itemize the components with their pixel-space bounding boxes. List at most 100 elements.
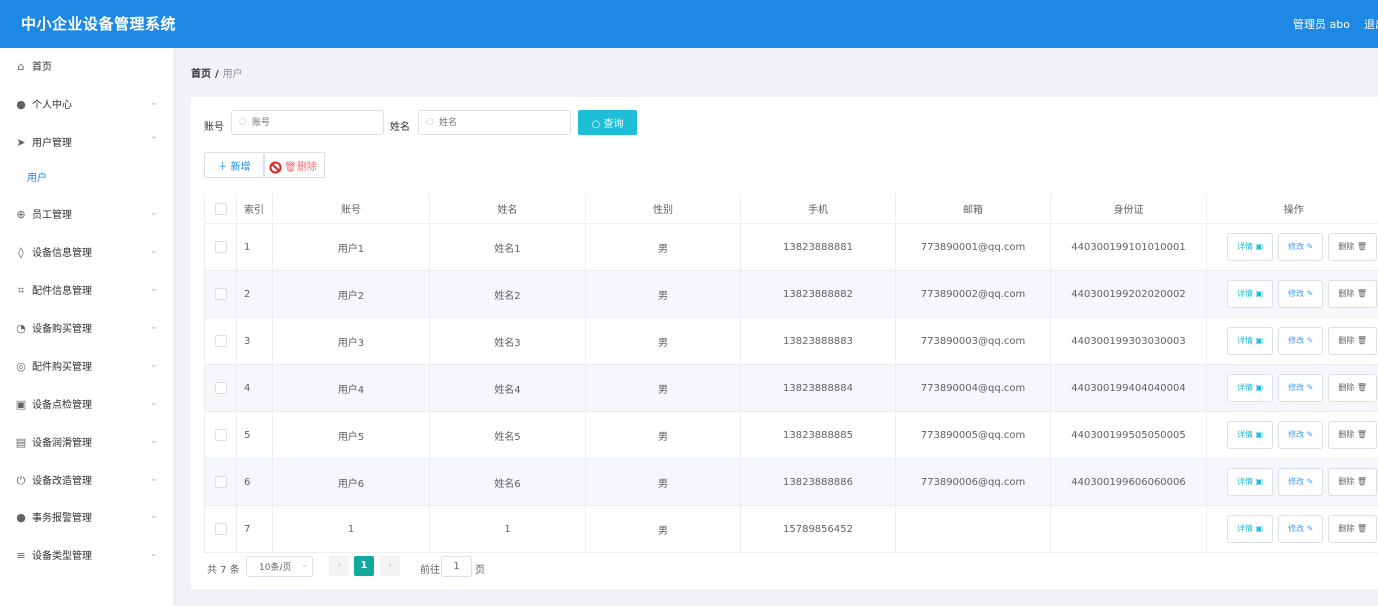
goto-page-input[interactable]: 1 (441, 556, 472, 577)
page-size-select[interactable]: 10条/页 ⌄ (246, 556, 313, 577)
row-checkbox[interactable] (204, 270, 237, 318)
cell-idcard: 440300199505050005 (1050, 411, 1207, 459)
doc-icon: ▣ (1253, 430, 1264, 439)
cell-idcard: 440300199202020002 (1050, 270, 1207, 318)
detail-button[interactable]: 详情 ▣ (1227, 327, 1274, 355)
plus-icon: ＋ (217, 161, 231, 173)
delete-button[interactable]: 删除 🗑 (1328, 327, 1378, 355)
trash-icon: 🗑 (1354, 524, 1368, 533)
detail-button-label: 详情 (1237, 430, 1253, 439)
detail-button[interactable]: 详情 ▣ (1227, 421, 1274, 449)
page-suffix: 页 (475, 565, 485, 576)
account-search-input[interactable] (231, 110, 384, 135)
cell-index: 5 (236, 411, 273, 459)
cell-account: 用户6 (272, 458, 430, 506)
edit-button[interactable]: 修改 ✎ (1278, 515, 1324, 543)
delete-button[interactable]: 删除 🗑 (1328, 233, 1378, 261)
edit-button[interactable]: 修改 ✎ (1278, 374, 1324, 402)
cell-name: 姓名6 (429, 458, 586, 506)
delete-button[interactable]: 删除 🗑 (1328, 374, 1378, 402)
sidebar-item-11[interactable]: ⏻ 设备改造管理 ⌄ (0, 467, 174, 497)
sidebar-item-4[interactable]: ⊕ 员工管理 ⌄ (0, 201, 174, 231)
name-search-input[interactable] (418, 110, 571, 135)
name-label: 姓名 (390, 122, 410, 133)
query-button[interactable]: ○ 查询 (578, 110, 637, 135)
row-checkbox[interactable] (204, 458, 237, 506)
delete-button[interactable]: 删除 🗑 (1328, 515, 1378, 543)
sidebar-item-7[interactable]: ◔ 设备购买管理 ⌄ (0, 315, 174, 345)
breadcrumb-home[interactable]: 首页 (191, 69, 211, 80)
sidebar-item-5[interactable]: ◊ 设备信息管理 ⌄ (0, 239, 174, 269)
prev-page-button[interactable]: ‹ (329, 556, 349, 576)
sidebar-item-1[interactable]: ● 个人中心 ⌄ (0, 91, 174, 121)
edit-button[interactable]: 修改 ✎ (1278, 327, 1324, 355)
cell-name: 姓名2 (429, 270, 586, 318)
sidebar-item-13[interactable]: ≡ 设备类型管理 ⌄ (0, 542, 174, 572)
row-checkbox[interactable] (204, 223, 237, 271)
sidebar-item-6[interactable]: ⌗ 配件信息管理 ⌄ (0, 277, 174, 307)
doc-icon: ▣ (1253, 383, 1264, 392)
page-number-current[interactable]: 1 (354, 556, 374, 576)
detail-button[interactable]: 详情 ▣ (1227, 280, 1274, 308)
row-checkbox[interactable] (204, 505, 237, 553)
table-row[interactable]: 7 1 1 男 15789856452 详情 ▣ 修改 ✎ 删除 🗑 (204, 505, 1378, 553)
sidebar-item-8[interactable]: ◎ 配件购买管理 ⌄ (0, 353, 174, 383)
table-row[interactable]: 6 用户6 姓名6 男 13823888886 773890006@qq.com 44030… (204, 458, 1378, 506)
table-row[interactable]: 5 用户5 姓名5 男 13823888885 773890005@qq.com 44030… (204, 411, 1378, 459)
add-button-label: 新增 (230, 161, 251, 173)
app-title: 中小企业设备管理系统 (21, 15, 177, 33)
edit-button-label: 修改 (1288, 336, 1305, 345)
trash-icon: 🗑 (1354, 242, 1368, 251)
table-row[interactable]: 1 用户1 姓名1 男 13823888881 773890001@qq.com 44030… (204, 223, 1378, 271)
row-checkbox[interactable] (204, 364, 237, 412)
cell-account: 用户2 (272, 270, 430, 318)
sidebar-item-3[interactable]: 用户 (0, 164, 174, 194)
cell-email: 773890005@qq.com (895, 411, 1051, 459)
select-all-checkbox[interactable] (204, 194, 237, 224)
cell-name: 姓名4 (429, 364, 586, 412)
sidebar-item-12[interactable]: ● 事务报警管理 ⌄ (0, 504, 174, 534)
table-row[interactable]: 2 用户2 姓名2 男 13823888882 773890002@qq.com 44030… (204, 270, 1378, 318)
add-button[interactable]: ＋ 新增 (204, 152, 264, 178)
detail-button[interactable]: 详情 ▣ (1227, 468, 1274, 496)
sidebar-item-9[interactable]: ▣ 设备点检管理 ⌄ (0, 391, 174, 421)
chevron-down-icon: ⌄ (150, 360, 158, 370)
user-table: 索引 账号 姓名 性别 手机 邮箱 身份证 操作 1 用户1 姓名1 男 1382388… (204, 194, 1378, 553)
table-row[interactable]: 4 用户4 姓名4 男 13823888884 773890004@qq.com 44030… (204, 364, 1378, 412)
cell-account: 用户1 (272, 223, 430, 271)
cell-idcard: 440300199303030003 (1050, 317, 1207, 365)
trash-icon: 🗑 (1354, 289, 1368, 298)
edit-button[interactable]: 修改 ✎ (1278, 421, 1324, 449)
delete-button[interactable]: 删除 🗑 (1328, 280, 1378, 308)
chevron-down-icon: ⌄ (150, 284, 158, 294)
cell-idcard (1050, 505, 1207, 553)
trash-icon: 🗑 (1354, 336, 1368, 345)
detail-button-label: 详情 (1237, 383, 1253, 392)
not-allowed-cursor-icon (269, 161, 282, 174)
next-page-button[interactable]: › (380, 556, 400, 576)
sidebar-item-0[interactable]: ⌂ 首页 (0, 53, 174, 83)
row-checkbox[interactable] (204, 411, 237, 459)
doc-icon: ▣ (1253, 336, 1264, 345)
edit-button[interactable]: 修改 ✎ (1278, 233, 1324, 261)
detail-button[interactable]: 详情 ▣ (1227, 374, 1274, 402)
detail-button[interactable]: 详情 ▣ (1227, 515, 1274, 543)
chevron-down-icon: ⌄ (150, 246, 158, 256)
logout-link[interactable]: 退出 (1364, 16, 1378, 32)
delete-button[interactable]: 删除 🗑 (1328, 421, 1378, 449)
sidebar-item-2[interactable]: ➤ 用户管理 ⌃ (0, 129, 174, 159)
edit-button[interactable]: 修改 ✎ (1278, 468, 1324, 496)
chevron-down-icon: ⌄ (150, 474, 158, 484)
page-size-value: 10条/页 (259, 563, 292, 573)
table-row[interactable]: 3 用户3 姓名3 男 13823888883 773890003@qq.com 44030… (204, 317, 1378, 365)
detail-button[interactable]: 详情 ▣ (1227, 233, 1274, 261)
row-checkbox[interactable] (204, 317, 237, 365)
edit-button[interactable]: 修改 ✎ (1278, 280, 1324, 308)
pencil-icon: ✎ (1304, 336, 1314, 345)
column-header-email: 邮箱 (895, 194, 1051, 224)
delete-button[interactable]: 删除 🗑 (1328, 468, 1378, 496)
edit-button-label: 修改 (1288, 477, 1305, 486)
sidebar-item-10[interactable]: ▤ 设备润滑管理 ⌄ (0, 429, 174, 459)
cell-name: 姓名1 (429, 223, 586, 271)
search-icon: ○ (426, 117, 434, 127)
